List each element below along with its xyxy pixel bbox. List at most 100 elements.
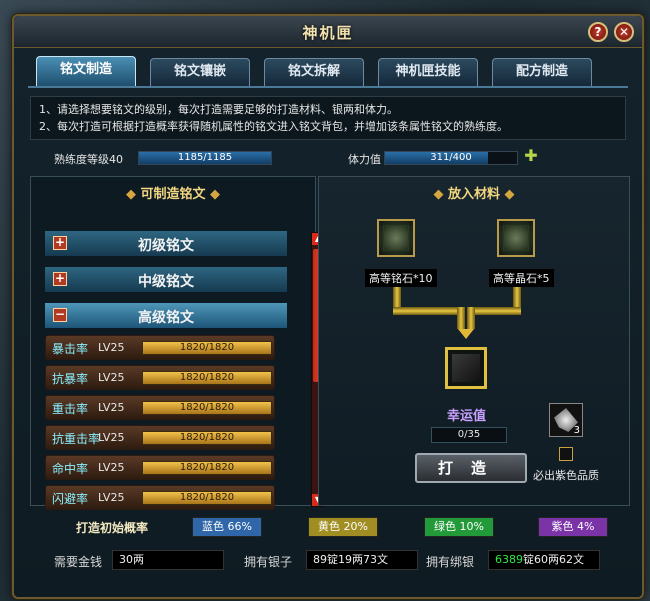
tab-rune-disassemble[interactable]: 铭文拆解 [264, 58, 364, 86]
rune-item-hit-rate[interactable]: 命中率 LV25 1820/1820 [45, 455, 275, 480]
luck-title: 幸运值 [447, 409, 487, 424]
rune-progress-bar: 1820/1820 [142, 401, 272, 415]
instruction-line-2: 2、每次打造可根据打造概率获得随机属性的铭文进入铭文背包，并增加该条属性铭文的熟… [39, 120, 508, 133]
rune-item-crit-resist[interactable]: 抗暴率 LV25 1820/1820 [45, 365, 275, 390]
forge-window: 神机匣 ? ✕ 铭文制造 铭文镶嵌 铭文拆解 神机匣技能 配方制造 1、请选择想… [12, 14, 644, 599]
material-slot-2[interactable] [497, 219, 535, 257]
crystal-stone-icon [503, 225, 529, 251]
material-slot-1[interactable] [377, 219, 415, 257]
bound-silver-value: 6389锭60两62文 [488, 550, 600, 570]
item-count: 3 [573, 425, 580, 436]
rune-stone-icon [383, 225, 409, 251]
proficiency-label: 熟练度等级40 [54, 153, 123, 166]
category-label: 初级铭文 [138, 238, 194, 254]
materials-title: 放入材料 [447, 187, 500, 202]
diamond-icon: ◆ [125, 187, 141, 202]
window-title: 神机匣 [302, 24, 354, 42]
bound-silver-label: 拥有绑银 [426, 555, 475, 569]
proficiency-value: 1185/1185 [177, 152, 233, 163]
tab-rune-inlay[interactable]: 铭文镶嵌 [150, 58, 250, 86]
cost-label: 需要金钱 [54, 555, 103, 569]
close-button[interactable]: ✕ [614, 22, 634, 42]
luck-item-slot[interactable]: 3 [549, 403, 583, 437]
arrow-down-icon [458, 329, 474, 339]
quality-green: 绿色 10% [424, 517, 494, 537]
craftable-runes-title-row: ◆ 可制造铭文 ◆ [31, 183, 315, 202]
proficiency-bar: 1185/1185 [138, 151, 272, 165]
result-item-icon [452, 354, 480, 382]
category-basic-runes[interactable]: + 初级铭文 [45, 231, 287, 257]
help-button[interactable]: ? [588, 22, 608, 42]
rune-item-dodge-rate[interactable]: 闪避率 LV25 1820/1820 [45, 485, 275, 510]
stamina-value: 311/400 [430, 152, 472, 163]
rune-level: LV25 [98, 371, 125, 384]
pipe [467, 307, 475, 329]
currency-footer: 需要金钱 30两 拥有银子 89锭19两73文 拥有绑银 6389锭60两62文 [30, 548, 626, 574]
rune-progress: 1820/1820 [179, 372, 235, 383]
silver-value: 89锭19两73文 [306, 550, 418, 570]
rune-item-crit-rate[interactable]: 暴击率 LV25 1820/1820 [45, 335, 275, 360]
rune-progress: 1820/1820 [179, 432, 235, 443]
diamond-icon: ◆ [433, 187, 448, 202]
forge-button[interactable]: 打造 [415, 453, 527, 483]
cost-value: 30两 [112, 550, 224, 570]
rune-level: LV25 [98, 431, 125, 444]
tab-box-skills[interactable]: 神机匣技能 [378, 58, 478, 86]
probability-label: 打造初始概率 [76, 521, 149, 535]
rune-name: 抗暴率 [52, 372, 89, 386]
guarantee-purple-checkbox[interactable] [559, 447, 573, 461]
rune-item-heavy-resist[interactable]: 抗重击率 LV25 1820/1820 [45, 425, 275, 450]
craftable-runes-title: 可制造铭文 [140, 187, 206, 202]
rune-progress-bar: 1820/1820 [142, 461, 272, 475]
rune-name: 重击率 [52, 402, 89, 416]
category-label: 高级铭文 [138, 310, 194, 326]
rune-item-heavy-hit[interactable]: 重击率 LV25 1820/1820 [45, 395, 275, 420]
title-bar[interactable]: 神机匣 ? ✕ [14, 16, 642, 48]
quality-blue: 蓝色 66% [192, 517, 262, 537]
rune-progress: 1820/1820 [179, 402, 235, 413]
material-2-label: 高等晶石*5 [489, 269, 554, 287]
rune-name: 抗重击率 [52, 432, 101, 446]
rune-level: LV25 [98, 341, 125, 354]
pipe [467, 307, 521, 315]
bound-silver-ingots: 6389 [495, 553, 523, 566]
diamond-icon: ◆ [500, 187, 515, 202]
probability-row: 打造初始概率 蓝色 66% 黄色 20% 绿色 10% 紫色 4% [30, 514, 626, 540]
tab-recipe-crafting[interactable]: 配方制造 [492, 58, 592, 86]
luck-value: 0/35 [431, 427, 507, 443]
quality-yellow: 黄色 20% [308, 517, 378, 537]
rune-progress-bar: 1820/1820 [142, 341, 272, 355]
silver-label: 拥有银子 [244, 555, 293, 569]
tab-underline [28, 86, 628, 88]
stats-row: 熟练度等级40 1185/1185 体力值 311/400 ✚ [30, 148, 626, 170]
stamina-label: 体力值 [348, 153, 381, 166]
category-intermediate-runes[interactable]: + 中级铭文 [45, 267, 287, 293]
material-1-label: 高等铭石*10 [365, 269, 437, 287]
quality-purple: 紫色 4% [538, 517, 608, 537]
pipe [457, 307, 465, 329]
rune-progress-bar: 1820/1820 [142, 371, 272, 385]
result-slot[interactable] [445, 347, 487, 389]
pipe [393, 307, 461, 315]
guarantee-purple-label: 必出紫色品质 [533, 469, 599, 482]
rune-progress: 1820/1820 [179, 342, 235, 353]
rune-progress-bar: 1820/1820 [142, 491, 272, 505]
bound-silver-rest: 锭60两62文 [523, 553, 584, 566]
rune-name: 命中率 [52, 462, 89, 476]
rune-name: 暴击率 [52, 342, 89, 356]
rune-progress: 1820/1820 [179, 462, 235, 473]
rune-progress: 1820/1820 [179, 492, 235, 503]
rune-name: 闪避率 [52, 492, 89, 506]
category-advanced-runes[interactable]: − 高级铭文 [45, 303, 287, 329]
rune-progress-bar: 1820/1820 [142, 431, 272, 445]
category-label: 中级铭文 [138, 274, 194, 290]
tab-rune-crafting[interactable]: 铭文制造 [36, 56, 136, 86]
materials-panel: ◆ 放入材料 ◆ 高等铭石*10 高等晶石*5 幸运值 0/35 打造 3 必出… [318, 176, 630, 506]
rune-level: LV25 [98, 491, 125, 504]
add-stamina-icon[interactable]: ✚ [524, 148, 538, 164]
craftable-runes-panel: ◆ 可制造铭文 ◆ + 初级铭文 + 中级铭文 − 高级铭文 暴击率 LV25 … [30, 176, 325, 510]
stamina-bar: 311/400 [384, 151, 518, 165]
materials-title-row: ◆ 放入材料 ◆ [319, 183, 629, 202]
instructions-box: 1、请选择想要铭文的级别，每次打造需要足够的打造材料、银两和体力。 2、每次打造… [30, 96, 626, 140]
instruction-line-1: 1、请选择想要铭文的级别，每次打造需要足够的打造材料、银两和体力。 [39, 103, 398, 116]
